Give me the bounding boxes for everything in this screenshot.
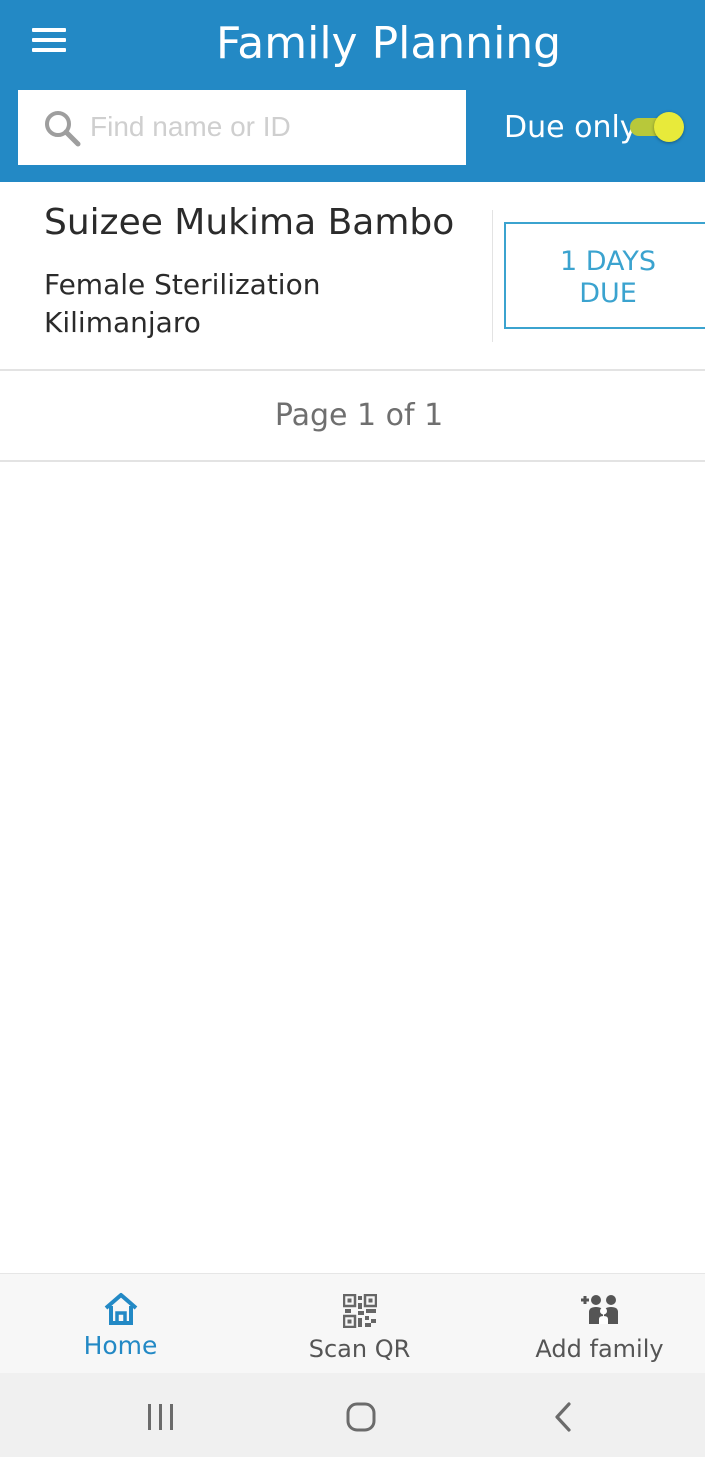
- search-field[interactable]: [18, 90, 466, 165]
- row-divider: [492, 210, 493, 342]
- hamburger-menu-icon[interactable]: [32, 28, 66, 54]
- client-list-item[interactable]: Suizee Mukima Bambo… Female Sterilizatio…: [0, 182, 705, 371]
- qr-code-icon: [343, 1294, 377, 1328]
- search-input[interactable]: [90, 104, 450, 150]
- due-only-label: Due only: [504, 110, 638, 145]
- recent-apps-button[interactable]: [100, 1373, 220, 1457]
- nav-add-family[interactable]: Add family: [482, 1274, 705, 1374]
- nav-add-family-label: Add family: [535, 1335, 664, 1363]
- nav-home-label: Home: [83, 1331, 158, 1360]
- due-status-button[interactable]: 1 DAYS DUE: [504, 222, 705, 329]
- recent-apps-icon: [148, 1404, 173, 1430]
- app-bar: Family Planning Due only: [0, 0, 705, 182]
- due-status-label: DUE: [579, 278, 637, 309]
- due-status-days: 1 DAYS: [559, 246, 657, 277]
- nav-home[interactable]: Home: [3, 1274, 238, 1374]
- system-navigation-bar: [0, 1373, 705, 1457]
- back-chevron-icon: [555, 1402, 571, 1432]
- toggle-thumb: [654, 112, 684, 142]
- due-only-toggle[interactable]: [630, 111, 684, 142]
- home-icon: [104, 1293, 138, 1325]
- client-name: Suizee Mukima Bambo…: [44, 202, 456, 243]
- page-indicator: Page 1 of 1: [274, 398, 444, 433]
- system-back-button[interactable]: [503, 1373, 623, 1457]
- system-home-button[interactable]: [301, 1373, 421, 1457]
- bottom-navigation: Home Scan QR Add family: [0, 1273, 705, 1373]
- client-fp-method: Female Sterilization: [44, 268, 321, 301]
- nav-scan-qr[interactable]: Scan QR: [242, 1274, 477, 1374]
- client-location: Kilimanjaro: [44, 306, 201, 339]
- home-circle-icon: [346, 1402, 376, 1432]
- page-title: Family Planning: [216, 18, 562, 69]
- pagination-bar: Page 1 of 1: [0, 373, 705, 462]
- add-family-icon: [581, 1295, 618, 1324]
- search-icon: [45, 111, 81, 147]
- nav-scan-qr-label: Scan QR: [308, 1335, 411, 1363]
